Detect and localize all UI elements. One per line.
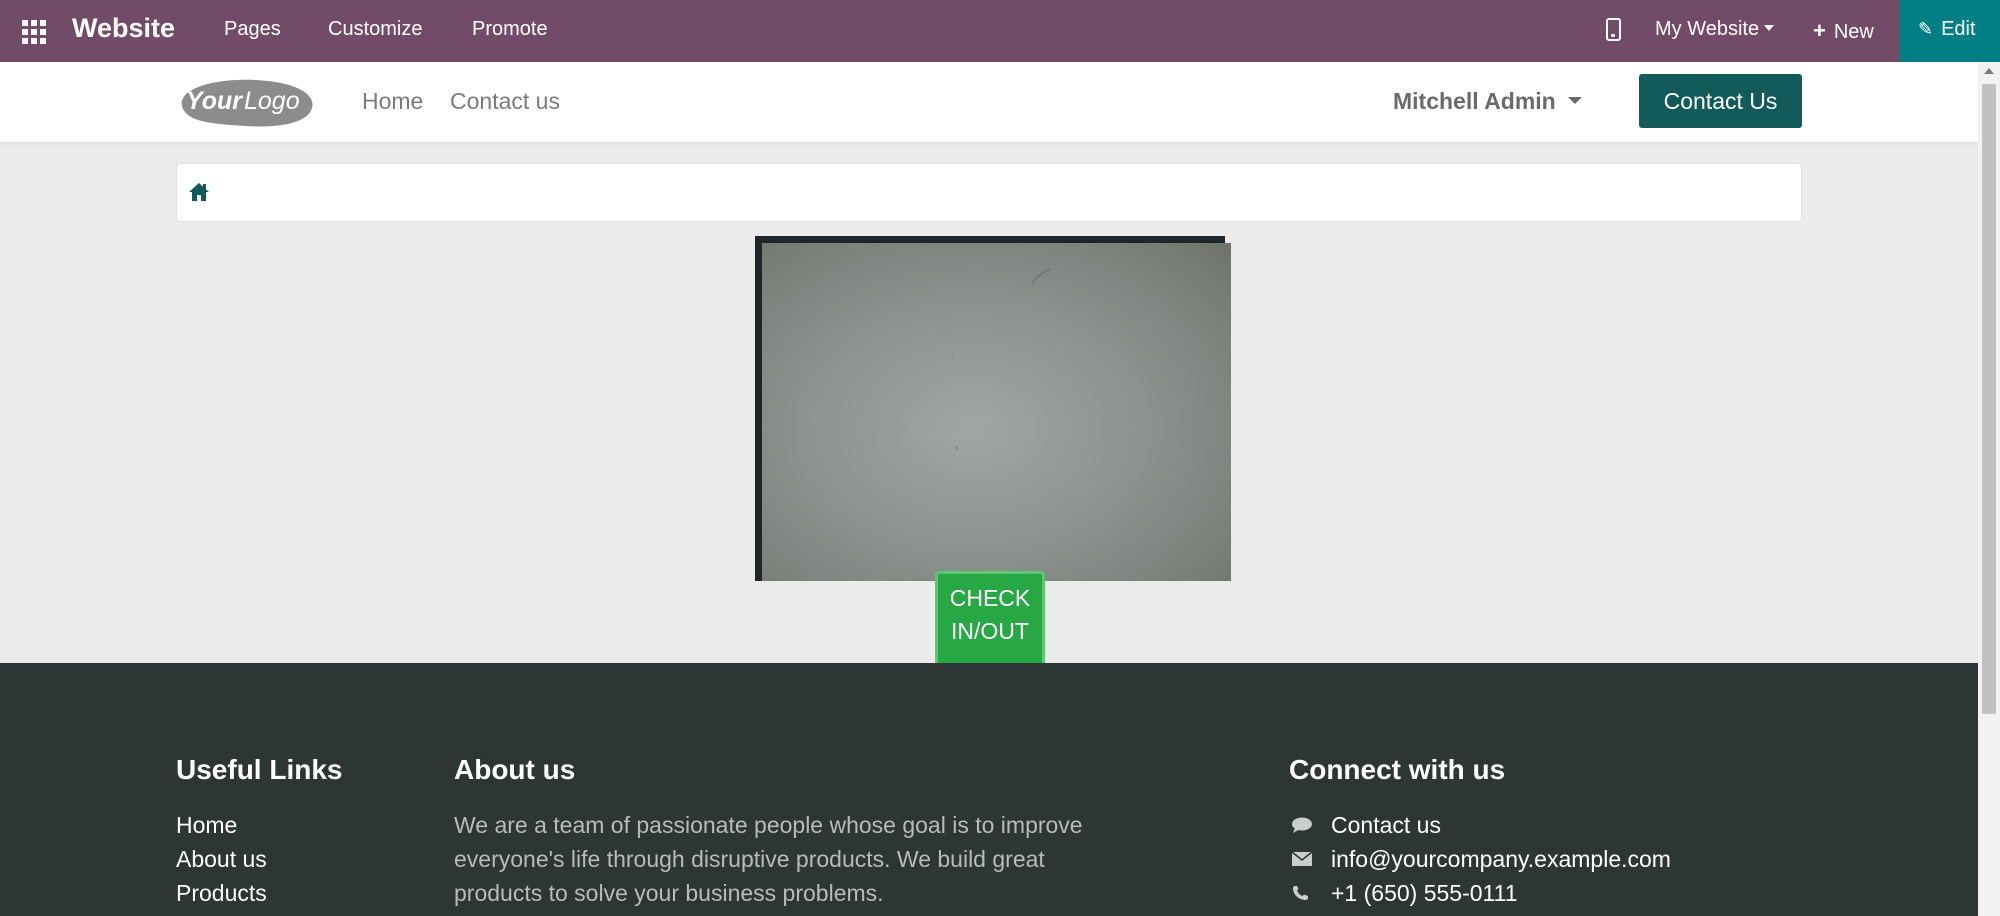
footer-link-home[interactable]: Home bbox=[176, 808, 267, 842]
page-scrollbar[interactable] bbox=[1978, 62, 2000, 916]
comment-icon bbox=[1292, 817, 1312, 833]
menu-customize[interactable]: Customize bbox=[328, 18, 422, 41]
useful-links-list: Home About us Products bbox=[176, 808, 267, 910]
app-title[interactable]: Website bbox=[72, 13, 175, 44]
check-in-out-button[interactable]: CHECK IN/OUT bbox=[935, 571, 1045, 663]
caret-down-icon bbox=[1567, 97, 1582, 104]
connect-email-label: info@yourcompany.example.com bbox=[1331, 846, 1671, 872]
contact-us-button[interactable]: Contact Us bbox=[1639, 74, 1802, 128]
nav-home[interactable]: Home bbox=[362, 88, 423, 115]
footer-link-products[interactable]: Products bbox=[176, 876, 267, 910]
connect-title: Connect with us bbox=[1289, 754, 1506, 785]
menu-promote[interactable]: Promote bbox=[472, 18, 548, 41]
edit-button-label: Edit bbox=[1941, 18, 1976, 40]
home-icon[interactable] bbox=[188, 182, 210, 202]
svg-text:Logo: Logo bbox=[244, 87, 300, 115]
about-us-title: About us bbox=[454, 754, 576, 785]
camera-video-feed bbox=[762, 243, 1231, 581]
user-name: Mitchell Admin bbox=[1393, 88, 1556, 114]
mobile-preview-icon[interactable] bbox=[1606, 18, 1621, 41]
connect-contact-us-label: Contact us bbox=[1331, 812, 1441, 838]
nav-contact-us[interactable]: Contact us bbox=[450, 88, 560, 115]
admin-toolbar: Website Pages Customize Promote My Websi… bbox=[0, 0, 2000, 62]
svg-text:Your: Your bbox=[186, 87, 243, 115]
edit-button[interactable]: ✎ Edit bbox=[1900, 0, 2000, 62]
plus-icon: + bbox=[1813, 18, 1826, 43]
scrollbar-thumb[interactable] bbox=[1982, 84, 1996, 714]
breadcrumb bbox=[176, 163, 1802, 222]
apps-grid-icon[interactable] bbox=[22, 20, 48, 44]
footer-link-about-us[interactable]: About us bbox=[176, 842, 267, 876]
site-header: Your Logo Home Contact us Mitchell Admin… bbox=[0, 62, 1978, 142]
connect-contact-us[interactable]: Contact us bbox=[1289, 808, 1671, 842]
connect-phone[interactable]: +1 (650) 555-0111 bbox=[1289, 876, 1671, 910]
menu-pages[interactable]: Pages bbox=[224, 18, 281, 41]
scroll-up-arrow-icon[interactable] bbox=[1984, 68, 1994, 74]
connect-list: Contact us info@yourcompany.example.com … bbox=[1289, 808, 1671, 910]
envelope-icon bbox=[1291, 851, 1313, 866]
phone-icon bbox=[1293, 886, 1308, 900]
website-selector-label: My Website bbox=[1655, 18, 1760, 40]
new-button-label: New bbox=[1833, 21, 1874, 43]
site-logo[interactable]: Your Logo bbox=[176, 74, 316, 129]
user-menu[interactable]: Mitchell Admin bbox=[1393, 88, 1582, 115]
site-footer: Useful Links Home About us Products Abou… bbox=[0, 663, 1978, 916]
new-button[interactable]: + New bbox=[1813, 18, 1874, 44]
connect-phone-label: +1 (650) 555-0111 bbox=[1331, 880, 1518, 906]
caret-down-icon bbox=[1764, 25, 1775, 31]
about-us-text: We are a team of passionate people whose… bbox=[454, 812, 1083, 906]
connect-email[interactable]: info@yourcompany.example.com bbox=[1289, 842, 1671, 876]
website-selector[interactable]: My Website bbox=[1655, 18, 1775, 41]
pencil-icon: ✎ bbox=[1918, 19, 1934, 39]
useful-links-title: Useful Links bbox=[176, 754, 343, 785]
